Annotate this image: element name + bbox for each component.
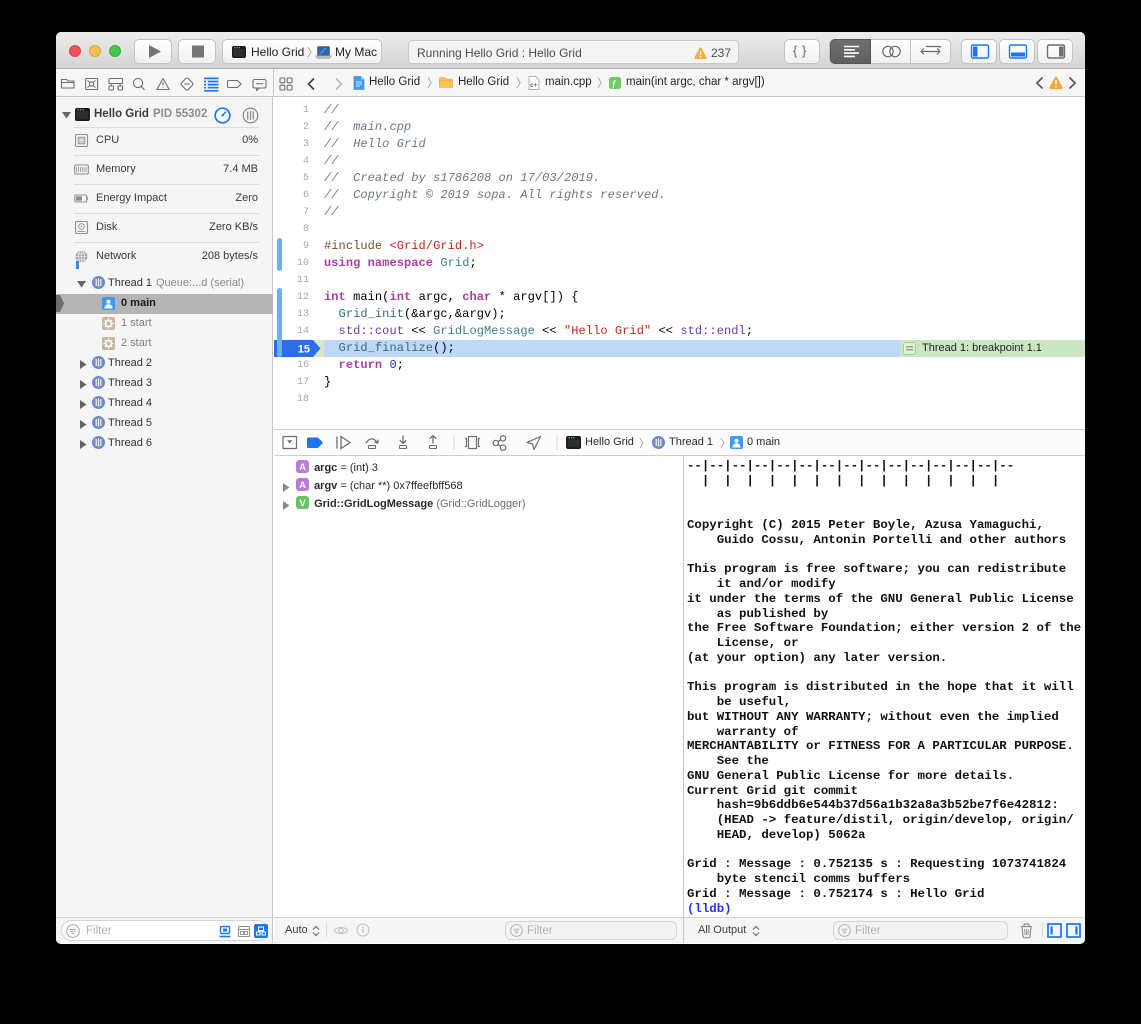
- svg-text:V: V: [299, 498, 306, 509]
- svg-text:A: A: [299, 462, 306, 473]
- svg-text:15: 15: [298, 343, 310, 355]
- svg-text:c+: c+: [530, 82, 538, 89]
- svg-text:A: A: [299, 480, 306, 491]
